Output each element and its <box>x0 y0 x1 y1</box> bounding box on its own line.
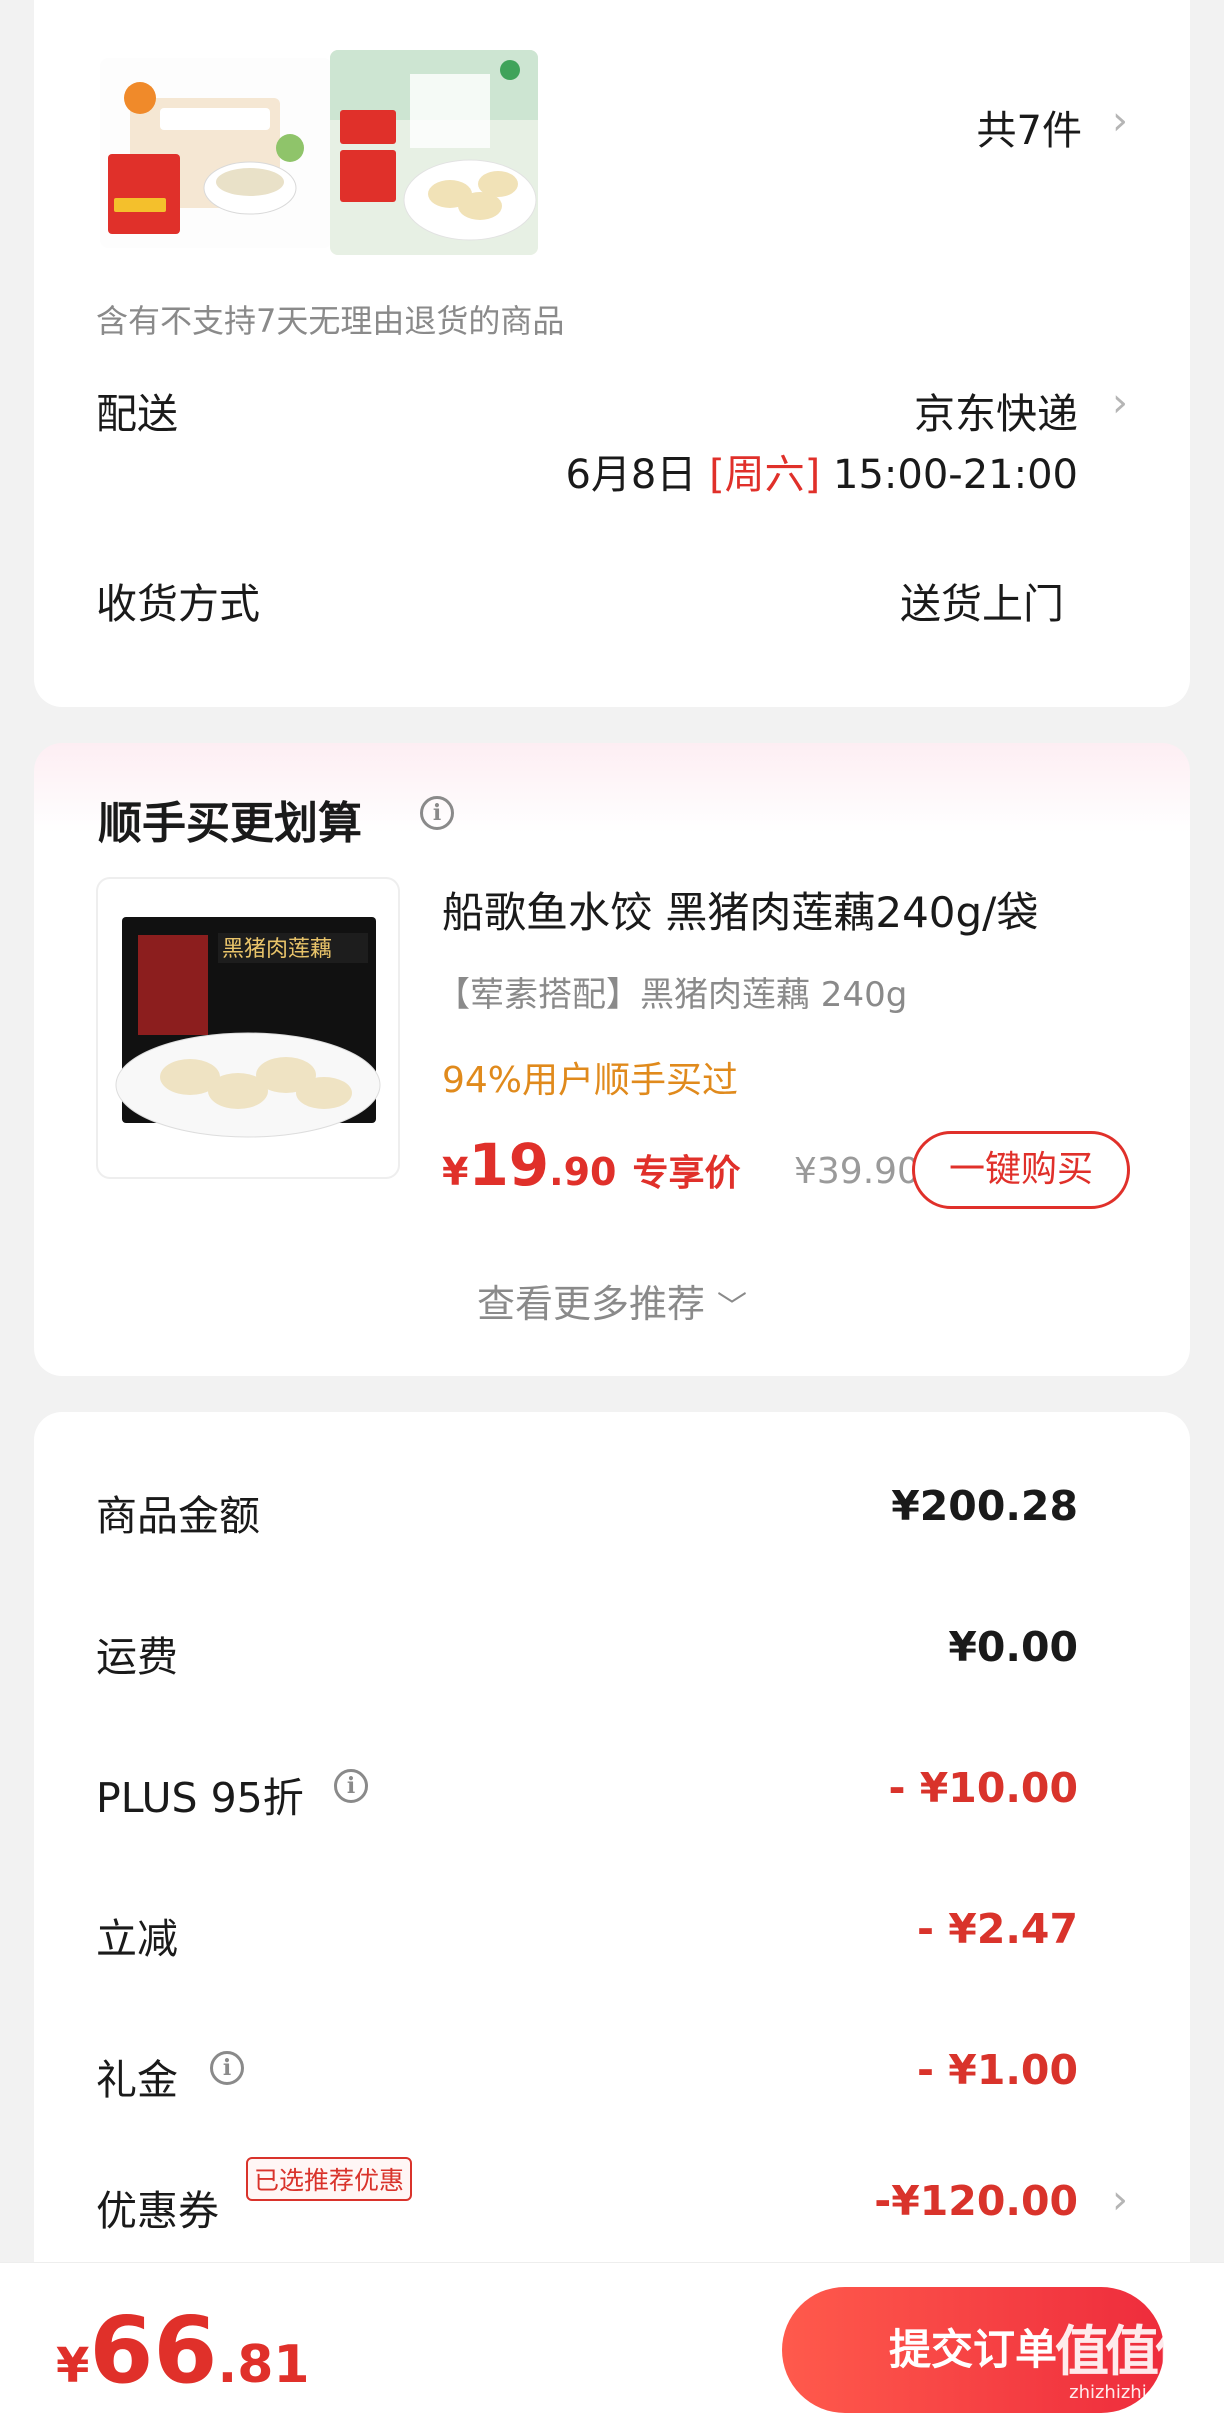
receive-method-label: 收货方式 <box>96 580 260 628</box>
upsell-title: 顺手买更划算 <box>98 798 362 849</box>
upsell-product-spec: 【荤素搭配】黑猪肉莲藕 240g <box>436 975 908 1015</box>
exclusive-price-tag: 专享价 <box>632 1153 741 1194</box>
goods-amount-label: 商品金额 <box>96 1492 260 1540</box>
delivery-time-range: 15:00-21:00 <box>833 452 1078 498</box>
upsell-price: ¥19.90 专享价 <box>442 1131 741 1203</box>
instant-discount-value: - ¥2.47 <box>917 1905 1078 1953</box>
goods-amount-value: ¥200.28 <box>891 1482 1078 1530</box>
dumpling-package-image <box>330 50 538 255</box>
more-recommendations-link[interactable]: 查看更多推荐 ﹀ <box>34 1273 1190 1328</box>
wonton-package-image <box>108 82 304 234</box>
original-price: ¥39.90 <box>794 1151 920 1192</box>
watermark: 值值值 zhizhizhi.com <box>1050 2307 1210 2403</box>
price-currency: ¥ <box>442 1150 469 1194</box>
product-thumbnail-wonton[interactable] <box>100 58 332 248</box>
info-icon[interactable]: i <box>210 2051 244 2085</box>
upsell-social-proof: 94%用户顺手买过 <box>442 1060 739 1101</box>
upsell-product-name[interactable]: 船歌鱼水饺 黑猪肉莲藕240g/袋 <box>442 879 1038 940</box>
checkout-bar: ¥66.81 提交订单 值值值 zhizhizhi.com <box>0 2262 1224 2432</box>
info-icon[interactable]: i <box>420 796 454 830</box>
shipping-fee-label: 运费 <box>96 1633 178 1681</box>
upsell-product-image[interactable]: 黑猪肉莲藕 <box>96 877 400 1179</box>
price-integer: 19 <box>468 1131 550 1199</box>
more-recommendations-label: 查看更多推荐 <box>476 1282 705 1326</box>
delivery-weekday: [周六] <box>709 452 821 498</box>
plus-discount-value: - ¥10.00 <box>888 1764 1078 1812</box>
total-integer: 66 <box>89 2297 218 2404</box>
receive-method-value[interactable]: 送货上门 <box>900 570 1064 630</box>
chevron-right-icon[interactable]: › <box>1112 380 1128 426</box>
gift-money-value: - ¥1.00 <box>917 2046 1078 2094</box>
plus-discount-label: PLUS 95折 <box>96 1774 304 1822</box>
coupon-value[interactable]: -¥120.00 <box>874 2177 1078 2225</box>
delivery-carrier[interactable]: 京东快递 <box>914 380 1078 440</box>
shipping-fee-value: ¥0.00 <box>948 1623 1078 1671</box>
total-price: ¥66.81 <box>56 2297 310 2404</box>
delivery-time[interactable]: 6月8日 [周六] 15:00-21:00 <box>565 442 1078 500</box>
total-currency: ¥ <box>56 2338 90 2394</box>
watermark-url: zhizhizhi.com <box>1069 2382 1191 2403</box>
total-decimal: .81 <box>217 2335 310 2395</box>
product-thumbnail-dumpling[interactable] <box>330 50 538 255</box>
coupon-label: 优惠券 <box>96 2187 219 2235</box>
watermark-logo: 值值值 <box>1055 2320 1209 2383</box>
chevron-right-icon[interactable]: › <box>1112 2177 1128 2223</box>
price-decimal: .90 <box>549 1150 617 1194</box>
upsell-image-label: 黑猪肉莲藕 <box>222 937 332 962</box>
coupon-badge: 已选推荐优惠 <box>246 2157 413 2201</box>
instant-discount-label: 立减 <box>96 1915 178 1963</box>
upsell-card: 顺手买更划算 i 黑猪肉莲藕 船歌鱼水饺 黑猪肉莲藕240g/袋 【荤素搭配】黑… <box>34 743 1190 1376</box>
gift-money-label: 礼金 <box>96 2056 178 2104</box>
item-count-link[interactable]: 共7件 <box>977 98 1082 156</box>
chevron-right-icon[interactable]: › <box>1112 98 1128 144</box>
chevron-down-icon: ﹀ <box>717 1290 748 1325</box>
dumpling-bag-image: 黑猪肉莲藕 <box>115 917 381 1138</box>
delivery-label: 配送 <box>96 390 178 438</box>
info-icon[interactable]: i <box>334 1769 368 1803</box>
one-click-buy-button[interactable]: 一键购买 <box>912 1131 1130 1209</box>
order-card: 共7件 › 含有不支持7天无理由退货的商品 配送 京东快递 › 6月8日 [周六… <box>34 0 1190 707</box>
return-policy-note: 含有不支持7天无理由退货的商品 <box>96 302 565 340</box>
delivery-date: 6月8日 <box>565 452 697 498</box>
